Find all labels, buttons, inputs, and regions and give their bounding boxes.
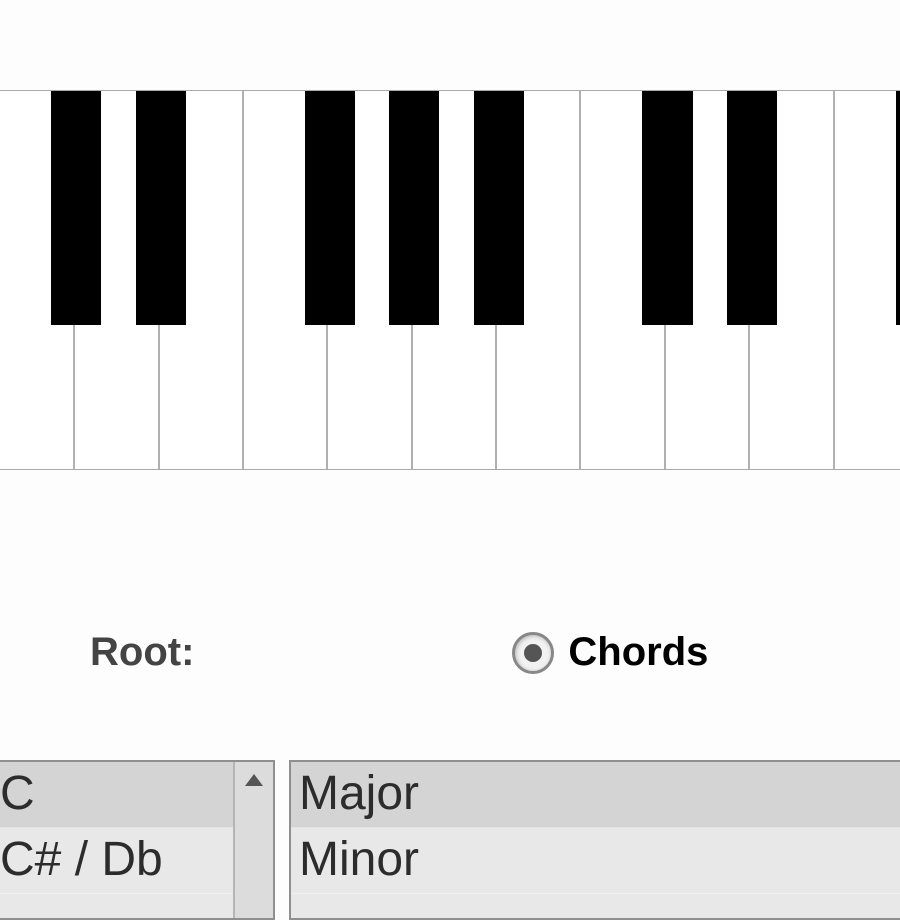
controls: Root: Chords (0, 630, 900, 675)
black-key[interactable] (51, 91, 101, 325)
white-key[interactable] (835, 91, 900, 469)
piano (0, 90, 900, 470)
black-key[interactable] (136, 91, 186, 325)
black-key[interactable] (896, 91, 900, 325)
list-item[interactable]: Minor (291, 828, 900, 894)
black-key[interactable] (305, 91, 355, 325)
black-key[interactable] (642, 91, 692, 325)
chord-listbox[interactable]: Major Minor (289, 760, 900, 920)
chords-radio-label: Chords (568, 630, 708, 675)
radio-dot-icon (524, 644, 542, 662)
arrow-up-icon[interactable] (245, 774, 263, 786)
root-label: Root: (90, 630, 194, 675)
chords-radio[interactable] (512, 632, 554, 674)
black-key[interactable] (474, 91, 524, 325)
root-listbox[interactable]: C C# / Db (0, 760, 275, 920)
listboxes-row: C C# / Db Major Minor (0, 760, 900, 920)
black-key[interactable] (727, 91, 777, 325)
black-key[interactable] (389, 91, 439, 325)
scrollbar[interactable] (233, 762, 273, 918)
list-item[interactable]: Major (291, 762, 900, 828)
